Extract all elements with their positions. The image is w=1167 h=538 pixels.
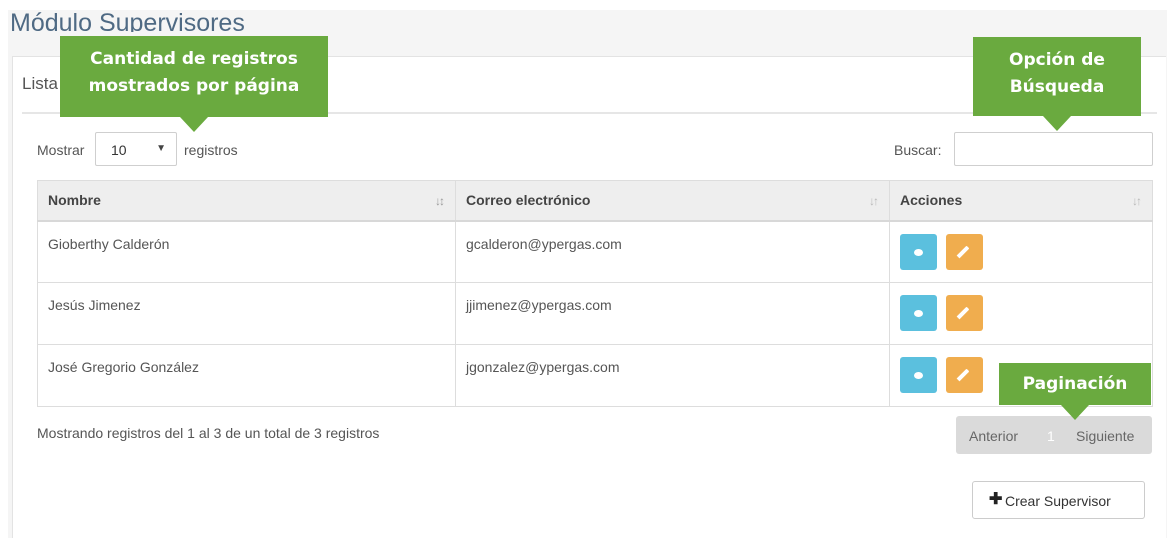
cell-nombre: José Gregorio González <box>37 344 456 407</box>
pagination-page-1[interactable]: 1 <box>1047 428 1055 444</box>
callout-pagination: Paginación <box>999 363 1151 420</box>
page-title: Módulo Supervisores <box>10 9 245 32</box>
cell-acciones <box>889 220 1153 283</box>
callout-line: Búsqueda <box>1009 77 1105 97</box>
records-per-page-select[interactable]: 10 ▼ <box>95 132 177 166</box>
view-button[interactable] <box>900 357 937 393</box>
sort-icon: ↓↑ <box>869 194 879 208</box>
length-prefix-label: Mostrar <box>37 142 85 158</box>
pencil-icon <box>956 368 970 382</box>
callout-line: mostrados por página <box>88 76 300 96</box>
cell-correo: jjimenez@ypergas.com <box>455 282 890 345</box>
eye-icon <box>914 248 923 256</box>
search-input[interactable] <box>954 132 1153 166</box>
table-row: José Gregorio González jgonzalez@ypergas… <box>37 344 1153 407</box>
table-info: Mostrando registros del 1 al 3 de un tot… <box>37 425 380 441</box>
edit-button[interactable] <box>945 295 983 331</box>
column-header-nombre[interactable]: Nombre ↓↕ <box>37 180 456 222</box>
sort-icon: ↓↑ <box>1132 194 1142 208</box>
column-header-label: Correo electrónico <box>466 192 591 209</box>
table-header-row: Nombre ↓↕ Correo electrónico ↓↑ Acciones… <box>37 180 1153 222</box>
cell-correo: jgonzalez@ypergas.com <box>455 344 890 407</box>
pagination-previous[interactable]: Anterior <box>969 428 1018 444</box>
column-header-label: Nombre <box>48 192 101 209</box>
eye-icon <box>914 310 923 317</box>
cell-correo: gcalderon@ypergas.com <box>455 220 890 283</box>
callout-line: Opción de <box>1009 50 1105 70</box>
callout-line: Paginación <box>1022 374 1128 394</box>
column-header-label: Acciones <box>900 192 963 209</box>
cell-nombre: Gioberthy Calderón <box>37 220 456 283</box>
table-row: Jesús Jimenez jjimenez@ypergas.com <box>37 282 1153 345</box>
callout-search-option: Opción de Búsqueda <box>973 37 1141 131</box>
view-button[interactable] <box>900 233 937 270</box>
pencil-icon <box>956 245 970 258</box>
pagination: Anterior 1 Siguiente <box>956 416 1152 454</box>
records-per-page-value: 10 <box>111 142 127 158</box>
plus-icon: ✚ <box>989 491 1003 508</box>
cell-acciones <box>889 282 1153 345</box>
pagination-next[interactable]: Siguiente <box>1076 428 1134 444</box>
eye-icon <box>914 372 923 379</box>
column-header-acciones[interactable]: Acciones ↓↑ <box>889 180 1153 222</box>
supervisors-table: Nombre ↓↕ Correo electrónico ↓↑ Acciones… <box>37 180 1153 407</box>
callout-line: Cantidad de registros <box>90 49 298 69</box>
cell-nombre: Jesús Jimenez <box>37 282 456 345</box>
sort-icon: ↓↕ <box>435 194 445 208</box>
length-suffix-label: registros <box>184 142 238 158</box>
edit-button[interactable] <box>945 357 983 393</box>
pencil-icon <box>956 306 970 320</box>
create-supervisor-button[interactable]: ✚ Crear Supervisor <box>972 481 1145 519</box>
view-button[interactable] <box>900 295 937 331</box>
caret-down-icon: ▼ <box>156 143 166 154</box>
create-supervisor-label: Crear Supervisor <box>1005 493 1111 509</box>
callout-records-per-page: Cantidad de registros mostrados por pági… <box>60 36 328 132</box>
edit-button[interactable] <box>945 233 983 270</box>
search-label: Buscar: <box>894 142 942 158</box>
table-row: Gioberthy Calderón gcalderon@ypergas.com <box>37 220 1153 283</box>
column-header-correo[interactable]: Correo electrónico ↓↑ <box>455 180 890 222</box>
